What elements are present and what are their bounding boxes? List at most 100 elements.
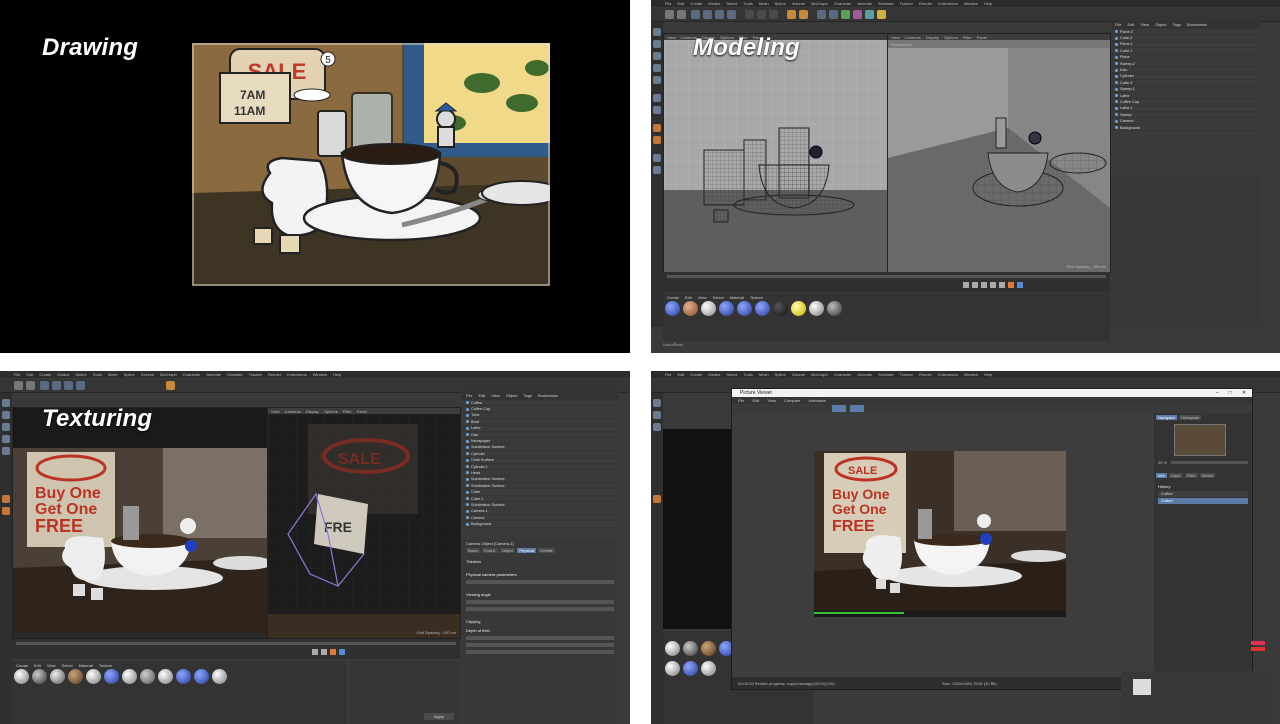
mm-edit[interactable]: Edit: [34, 663, 41, 668]
material-swatch[interactable]: [701, 641, 716, 656]
keyframe-icon[interactable]: [339, 649, 345, 655]
menu-spline[interactable]: Spline: [775, 372, 786, 377]
edges-mode-icon[interactable]: [2, 435, 10, 443]
deformer-icon[interactable]: [853, 10, 862, 19]
material-swatch[interactable]: [737, 301, 752, 316]
scale-icon[interactable]: [715, 10, 724, 19]
redo-icon[interactable]: [677, 10, 686, 19]
menu-create[interactable]: Create: [39, 372, 51, 377]
mm-texture[interactable]: Texture: [750, 295, 763, 300]
model-mode-icon[interactable]: [653, 28, 661, 36]
menu-tools[interactable]: Tools: [93, 372, 102, 377]
material-swatch[interactable]: [827, 301, 842, 316]
tab-physical[interactable]: Physical: [517, 548, 537, 553]
render-icon[interactable]: [799, 10, 808, 19]
render-viewport[interactable]: Buy One Get One FREE: [12, 407, 268, 639]
record-icon[interactable]: [1008, 282, 1014, 288]
vp2-cameras[interactable]: Cameras: [905, 35, 921, 40]
model-mode-icon[interactable]: [653, 399, 661, 407]
mm-texture[interactable]: Texture: [99, 663, 112, 668]
paint-icon[interactable]: [653, 495, 661, 503]
perspective-viewport[interactable]: View Cameras Display Options Filter Pane…: [267, 407, 461, 639]
edges-mode-icon[interactable]: [653, 64, 661, 72]
play-icon[interactable]: [312, 649, 318, 655]
vp3-display[interactable]: Display: [306, 409, 319, 414]
menu-mesh[interactable]: Mesh: [108, 372, 118, 377]
om-bookmarks[interactable]: Bookmarks: [1187, 22, 1207, 27]
material-swatch[interactable]: [665, 641, 680, 656]
menu-animate[interactable]: Animate: [857, 1, 872, 6]
menu-file[interactable]: File: [665, 1, 671, 6]
menu-character[interactable]: Character: [834, 372, 852, 377]
close-icon[interactable]: ✕: [1242, 390, 1246, 396]
section-viewing-angle[interactable]: Viewing angle: [466, 592, 614, 597]
menu-help[interactable]: Help: [984, 1, 992, 6]
render-active-icon[interactable]: [832, 405, 846, 412]
material-swatch[interactable]: [791, 301, 806, 316]
redo-icon[interactable]: [26, 381, 35, 390]
viewport-front[interactable]: View Cameras Display Options Filter Pane…: [663, 33, 888, 273]
history-row[interactable]: Coffee: [1158, 491, 1248, 497]
menu-simulate[interactable]: Simulate: [878, 372, 894, 377]
material-swatch[interactable]: [809, 301, 824, 316]
menu-window[interactable]: Window: [964, 372, 978, 377]
mm-select[interactable]: Select: [713, 295, 724, 300]
pv-file[interactable]: File: [738, 398, 744, 403]
select-icon[interactable]: [691, 10, 700, 19]
vp3-panel[interactable]: Panel: [357, 409, 367, 414]
om-view[interactable]: View: [1140, 22, 1149, 27]
mm-edit[interactable]: Edit: [685, 295, 692, 300]
pv-view[interactable]: View: [767, 398, 776, 403]
menu-mesh[interactable]: Mesh: [759, 1, 769, 6]
material-swatch[interactable]: [773, 301, 788, 316]
mm-material[interactable]: Material: [730, 295, 744, 300]
material-swatch[interactable]: [701, 301, 716, 316]
material-swatch[interactable]: [50, 669, 65, 684]
menu-select[interactable]: Select: [726, 372, 737, 377]
menu-simulate[interactable]: Simulate: [227, 372, 243, 377]
maximize-icon[interactable]: □: [1229, 390, 1232, 396]
floor-icon[interactable]: [865, 10, 874, 19]
next-frame-icon[interactable]: [990, 282, 996, 288]
menu-render[interactable]: Render: [919, 1, 932, 6]
model-mode-icon[interactable]: [2, 399, 10, 407]
first-frame-icon[interactable]: [963, 282, 969, 288]
menu-character[interactable]: Character: [183, 372, 201, 377]
texture-mode-icon[interactable]: [2, 411, 10, 419]
om-edit[interactable]: Edit: [1127, 22, 1134, 27]
material-swatch[interactable]: [158, 669, 173, 684]
material-swatch[interactable]: [104, 669, 119, 684]
mm-view[interactable]: View: [698, 295, 707, 300]
tab-stereo[interactable]: Stereo: [1199, 473, 1216, 478]
menu-tools[interactable]: Tools: [744, 1, 753, 6]
menu-character[interactable]: Character: [834, 1, 852, 6]
mm-view[interactable]: View: [47, 663, 56, 668]
history-row-selected[interactable]: Coffee: [1158, 498, 1248, 504]
x-axis-icon[interactable]: [745, 10, 754, 19]
next-frame-icon[interactable]: [321, 649, 327, 655]
material-swatch[interactable]: [140, 669, 155, 684]
texture-mode-icon[interactable]: [653, 40, 661, 48]
menu-select[interactable]: Select: [726, 1, 737, 6]
pv-edit[interactable]: Edit: [752, 398, 759, 403]
texture-mode-icon[interactable]: [653, 411, 661, 419]
mm-select[interactable]: Select: [62, 663, 73, 668]
grid-icon[interactable]: [653, 166, 661, 174]
mm-material[interactable]: Material: [79, 663, 93, 668]
material-swatch[interactable]: [719, 301, 734, 316]
material-swatch[interactable]: [14, 669, 29, 684]
om-tags[interactable]: Tags: [1173, 22, 1181, 27]
play-icon[interactable]: [981, 282, 987, 288]
menu-render[interactable]: Render: [919, 372, 932, 377]
menu-tracker[interactable]: Tracker: [249, 372, 262, 377]
vp2-options[interactable]: Options: [944, 35, 958, 40]
om-file[interactable]: File: [1115, 22, 1121, 27]
vp2-display[interactable]: Display: [926, 35, 939, 40]
subdivision-icon[interactable]: [841, 10, 850, 19]
material-swatch[interactable]: [683, 301, 698, 316]
menu-simulate[interactable]: Simulate: [878, 1, 894, 6]
minimize-icon[interactable]: –: [1216, 390, 1219, 396]
rotate-icon[interactable]: [76, 381, 85, 390]
menu-spline[interactable]: Spline: [775, 1, 786, 6]
vp2-view[interactable]: View: [891, 35, 900, 40]
